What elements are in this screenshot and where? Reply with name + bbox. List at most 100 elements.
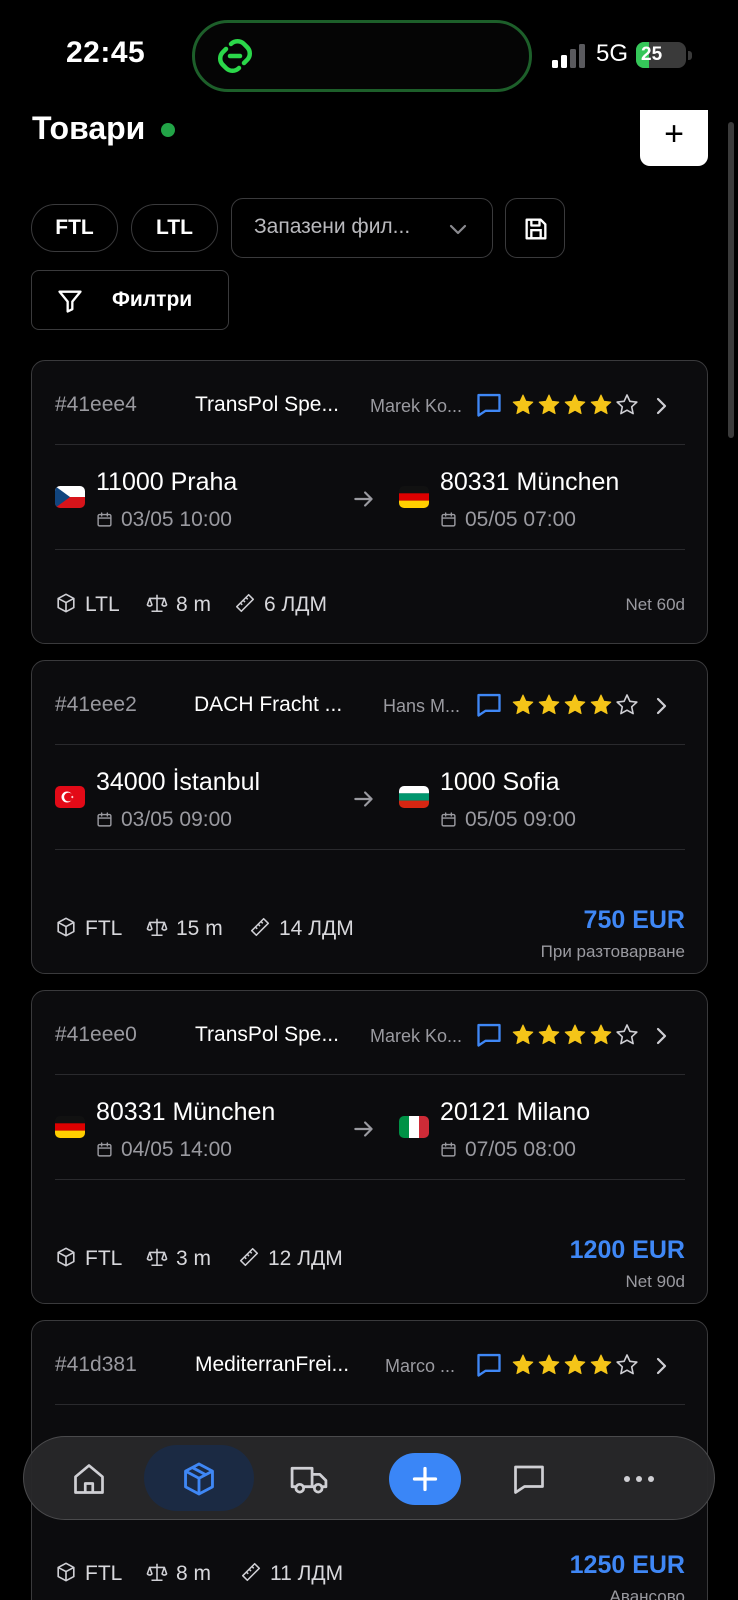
destination-city: 1000 Sofia	[440, 768, 560, 796]
chip-ltl[interactable]: LTL	[131, 204, 218, 252]
chevron-right-icon[interactable]	[649, 1354, 673, 1378]
divider	[55, 549, 685, 550]
route: 80331 München 04/05 14:00 20121 Milano 0…	[55, 1098, 685, 1178]
destination-date-text: 05/05 09:00	[465, 808, 576, 831]
package-icon	[57, 1562, 75, 1582]
chat-icon[interactable]	[475, 691, 503, 719]
ruler-icon	[235, 593, 255, 613]
star-filled-icon	[564, 694, 586, 715]
tab-more[interactable]	[584, 1437, 694, 1521]
cargo-card[interactable]: #41eee2 DACH Fracht ... Hans M... 34000 …	[31, 660, 708, 974]
chip-ftl[interactable]: FTL	[31, 204, 118, 252]
destination-date-text: 07/05 08:00	[465, 1138, 576, 1161]
chevron-down-icon	[449, 224, 467, 235]
flag-icon	[55, 486, 85, 508]
dynamic-island	[192, 20, 532, 92]
cargo-id: #41eee4	[55, 393, 137, 416]
loading-meters: 11 ЛДМ	[240, 1561, 343, 1586]
calendar-icon	[97, 812, 112, 827]
add-cargo-button[interactable]: +	[640, 110, 708, 166]
company-name: DACH Fracht ...	[194, 693, 343, 716]
star-filled-icon	[564, 394, 586, 415]
chevron-right-icon[interactable]	[649, 694, 673, 718]
star-empty-icon	[616, 1354, 638, 1375]
saved-filters-placeholder: Запазени фил...	[254, 215, 411, 238]
package-icon	[184, 1462, 214, 1496]
calendar-icon	[441, 512, 456, 527]
cargo-card[interactable]: #41eee4 TransPol Spe... Marek Ko... 1100…	[31, 360, 708, 644]
scrollbar[interactable]	[728, 122, 734, 438]
saved-filters-select[interactable]: Запазени фил...	[231, 198, 493, 258]
save-filter-button[interactable]	[505, 198, 565, 258]
weight-text: 8 m	[176, 593, 212, 616]
chevron-right-icon[interactable]	[649, 1024, 673, 1048]
origin-date: 04/05 14:00	[96, 1138, 232, 1162]
loading-meters-text: 11 ЛДМ	[270, 1562, 344, 1585]
ruler-icon	[239, 1247, 259, 1267]
filters-button[interactable]: Филтри	[31, 270, 229, 330]
contact-name: Hans M...	[383, 696, 461, 716]
scale-icon	[146, 1563, 168, 1582]
tab-add-button[interactable]	[389, 1453, 461, 1505]
tab-cargo[interactable]	[144, 1437, 254, 1521]
link-app-icon	[217, 38, 253, 74]
filters-label: Филтри	[112, 288, 193, 311]
load-type-text: FTL	[85, 1562, 123, 1585]
card-header: #41eee0 TransPol Spe... Marek Ko...	[55, 1021, 685, 1053]
payment-terms: Net 60d	[625, 595, 685, 614]
card-footer: FTL 3 m 12 ЛДМ 1200 EUR Net 90d	[55, 1236, 685, 1296]
chevron-right-icon[interactable]	[649, 394, 673, 418]
online-status-dot	[161, 123, 175, 137]
ruler-icon	[250, 917, 270, 937]
loading-meters: 6 ЛДМ	[234, 592, 327, 617]
load-type-text: FTL	[85, 1247, 123, 1270]
origin-date-text: 03/05 10:00	[121, 508, 232, 531]
chat-icon[interactable]	[475, 1351, 503, 1379]
cargo-card[interactable]: #41eee0 TransPol Spe... Marek Ko... 8033…	[31, 990, 708, 1304]
more-icon	[624, 1476, 654, 1482]
load-type: FTL	[55, 1246, 122, 1271]
tab-home[interactable]	[34, 1437, 144, 1521]
loading-meters-text: 14 ЛДМ	[279, 917, 354, 940]
origin-city: 80331 München	[96, 1098, 276, 1126]
star-filled-icon	[512, 394, 534, 415]
payment-terms: Net 90d	[625, 1272, 685, 1291]
origin-date-text: 03/05 09:00	[121, 808, 232, 831]
battery-icon: 25	[636, 42, 686, 68]
divider	[55, 849, 685, 850]
destination-date: 05/05 07:00	[440, 508, 576, 532]
star-empty-icon	[616, 1024, 638, 1045]
loading-meters: 14 ЛДМ	[249, 916, 354, 941]
star-filled-icon	[590, 1024, 612, 1045]
calendar-icon	[97, 512, 112, 527]
battery-cap	[688, 51, 692, 60]
origin-date-text: 04/05 14:00	[121, 1138, 232, 1161]
network-type: 5G	[596, 40, 629, 67]
status-bar: 22:45 5G 25	[0, 0, 738, 110]
card-header: #41d381 MediterranFrei... Marco ...	[55, 1351, 685, 1383]
bottom-tab-bar	[23, 1436, 715, 1520]
star-empty-icon	[616, 394, 638, 415]
chat-icon[interactable]	[475, 1021, 503, 1049]
tab-trucks[interactable]	[254, 1437, 364, 1521]
load-type: LTL	[55, 592, 120, 617]
battery-percent: 25	[641, 44, 663, 65]
route: 11000 Praha 03/05 10:00 80331 München 05…	[55, 468, 685, 548]
origin-city: 11000 Praha	[96, 468, 238, 496]
package-icon	[57, 593, 75, 613]
company-name: TransPol Spe...	[195, 1023, 339, 1046]
star-empty-icon	[616, 694, 638, 715]
chat-icon[interactable]	[475, 391, 503, 419]
destination-city: 80331 München	[440, 468, 620, 496]
arrow-right-icon	[354, 491, 373, 507]
contact-name: Marek Ko...	[370, 1026, 463, 1046]
cargo-id: #41eee0	[55, 1023, 137, 1046]
company-name: TransPol Spe...	[195, 393, 339, 416]
tab-messages[interactable]	[474, 1437, 584, 1521]
home-icon	[74, 1464, 104, 1494]
payment-terms: При разтоварване	[540, 942, 685, 961]
status-time: 22:45	[66, 36, 146, 69]
scale-icon	[146, 918, 168, 937]
page-title: Товари	[32, 110, 146, 146]
calendar-icon	[441, 1142, 456, 1157]
